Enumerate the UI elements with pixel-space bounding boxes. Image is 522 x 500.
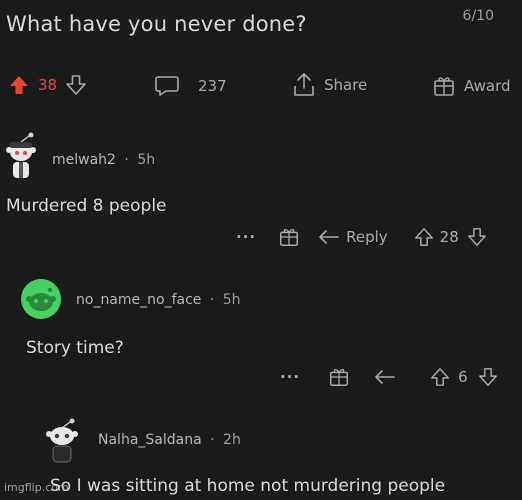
page-indicator: 6/10 bbox=[462, 8, 494, 24]
reply-icon[interactable] bbox=[374, 368, 396, 386]
gift-icon bbox=[432, 74, 456, 98]
reply-icon[interactable] bbox=[318, 228, 340, 246]
avatar[interactable] bbox=[4, 132, 38, 182]
downvote-icon[interactable] bbox=[467, 227, 487, 247]
share-label: Share bbox=[324, 76, 368, 94]
downvote-icon[interactable] bbox=[478, 367, 498, 387]
award-button[interactable]: Award bbox=[432, 74, 511, 98]
watermark: imgflip.com bbox=[4, 481, 69, 494]
gift-icon[interactable] bbox=[328, 366, 350, 388]
reply-button[interactable]: Reply bbox=[346, 228, 388, 246]
comment-age: 2h bbox=[223, 432, 241, 448]
award-label: Award bbox=[464, 77, 511, 95]
avatar[interactable] bbox=[20, 278, 62, 320]
separator-dot: · bbox=[209, 292, 215, 308]
share-icon bbox=[292, 72, 316, 98]
upvote-icon[interactable] bbox=[414, 227, 434, 247]
post-vote-count: 38 bbox=[38, 76, 58, 94]
upvote-icon[interactable] bbox=[430, 367, 450, 387]
comment-text: So I was sitting at home not murdering p… bbox=[50, 476, 446, 496]
comment-age: 5h bbox=[222, 292, 241, 308]
comment-vote-count: 6 bbox=[458, 368, 468, 386]
separator-dot: · bbox=[210, 432, 215, 448]
comment-vote-count: 28 bbox=[439, 228, 459, 246]
comment-age: 5h bbox=[137, 152, 156, 168]
comment-bubble-icon bbox=[154, 74, 180, 98]
downvote-icon[interactable] bbox=[65, 74, 87, 96]
more-options-icon[interactable]: ··· bbox=[236, 228, 256, 246]
comment-text: Murdered 8 people bbox=[6, 196, 167, 216]
upvote-icon-active[interactable] bbox=[8, 74, 30, 96]
comment-count: 237 bbox=[198, 77, 227, 95]
comment-text: Story time? bbox=[26, 338, 124, 358]
more-options-icon[interactable]: ··· bbox=[280, 368, 300, 386]
comment-username[interactable]: melwah2 bbox=[52, 152, 116, 168]
post-title: What have you never done? bbox=[6, 12, 307, 36]
separator-dot: · bbox=[124, 152, 129, 168]
avatar[interactable] bbox=[44, 418, 80, 464]
gift-icon[interactable] bbox=[278, 226, 300, 248]
comments-button[interactable]: 237 bbox=[154, 74, 227, 98]
comment-username[interactable]: no_name_no_face bbox=[76, 292, 201, 308]
share-button[interactable]: Share bbox=[292, 72, 367, 98]
comment-username[interactable]: Nalha_Saldana bbox=[98, 432, 202, 448]
